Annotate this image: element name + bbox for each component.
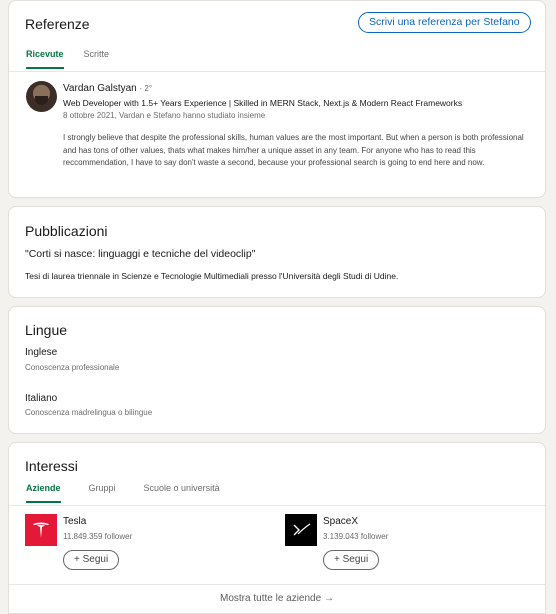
- connection-degree: · 2°: [139, 84, 153, 93]
- divider: [9, 71, 545, 72]
- reference-name-row: Vardan Galstyan · 2°: [63, 83, 152, 94]
- publication-title[interactable]: "Corti si nasce: linguaggi e tecniche de…: [25, 248, 255, 260]
- language-level: Conoscenza professionale: [25, 363, 120, 372]
- language-name: Italiano: [25, 393, 58, 404]
- spacex-logo-icon[interactable]: [285, 514, 317, 546]
- follow-button[interactable]: + Segui: [323, 550, 380, 570]
- tesla-logo-icon[interactable]: [25, 514, 57, 546]
- publications-title: Pubblicazioni: [25, 223, 108, 239]
- avatar[interactable]: [26, 81, 57, 112]
- language-level: Conoscenza madrelingua o bilingue: [25, 408, 153, 417]
- interests-title: Interessi: [25, 458, 78, 474]
- spacex-x-icon: [293, 523, 311, 536]
- company-followers: 11.849.359 follower: [63, 532, 133, 541]
- reference-meta: 8 ottobre 2021, Vardan e Stefano hanno s…: [63, 111, 266, 120]
- references-tabs: Ricevute Scritte: [26, 49, 109, 69]
- publication-description: Tesi di laurea triennale in Scienze e Te…: [25, 271, 399, 281]
- tab-received[interactable]: Ricevute: [26, 49, 64, 69]
- write-reference-button[interactable]: Scrivi una referenza per Stefano: [358, 12, 531, 33]
- follow-button[interactable]: + Segui: [63, 550, 120, 570]
- interests-card: Interessi Aziende Gruppi Scuole o univer…: [8, 442, 546, 614]
- languages-card: Lingue Inglese Conoscenza professionale …: [8, 306, 546, 434]
- company-followers: 3.139.043 follower: [323, 532, 389, 541]
- tab-written[interactable]: Scritte: [84, 49, 110, 69]
- company-name[interactable]: Tesla: [63, 516, 86, 527]
- tab-companies[interactable]: Aziende: [26, 483, 61, 503]
- reference-author-headline: Web Developer with 1.5+ Years Experience…: [63, 98, 463, 108]
- languages-title: Lingue: [25, 322, 68, 338]
- references-title: Referenze: [25, 16, 90, 32]
- tab-groups[interactable]: Gruppi: [89, 483, 116, 503]
- publications-card: Pubblicazioni "Corti si nasce: linguaggi…: [8, 206, 546, 298]
- interests-tabs: Aziende Gruppi Scuole o università: [26, 483, 220, 503]
- divider: [9, 584, 545, 585]
- divider: [9, 505, 545, 506]
- reference-author-name[interactable]: Vardan Galstyan: [63, 83, 137, 94]
- company-name[interactable]: SpaceX: [323, 516, 358, 527]
- references-card: Referenze Scrivi una referenza per Stefa…: [8, 0, 546, 198]
- show-all-companies-link[interactable]: Mostra tutte le aziende →: [9, 593, 545, 604]
- tesla-t-icon: [33, 522, 49, 538]
- language-name: Inglese: [25, 347, 58, 358]
- tab-schools[interactable]: Scuole o università: [144, 483, 220, 503]
- avatar-beard: [35, 96, 48, 105]
- reference-text: I strongly believe that despite the prof…: [63, 133, 524, 167]
